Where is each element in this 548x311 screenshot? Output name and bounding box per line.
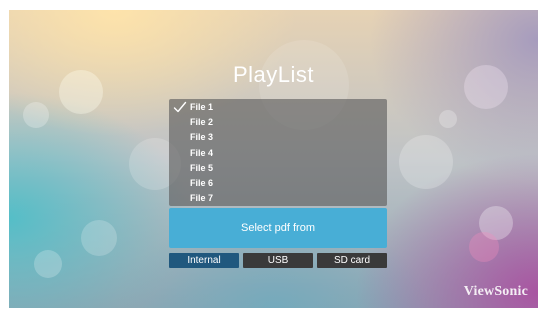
bokeh-light: [479, 206, 513, 240]
page-title: PlayList: [232, 62, 315, 87]
file-label: File 7: [190, 193, 214, 204]
file-list-item[interactable]: File 2: [169, 115, 387, 130]
checkmark-icon: [173, 101, 187, 113]
viewsonic-logo: ViewSonic: [463, 284, 528, 299]
bokeh-light: [34, 250, 62, 278]
file-list-item[interactable]: File 7: [169, 191, 387, 206]
source-tab-internal[interactable]: Internal: [169, 253, 239, 268]
source-tab-sd-card[interactable]: SD card: [317, 253, 387, 268]
file-list-item[interactable]: File 6: [169, 176, 387, 191]
file-label: File 6: [190, 177, 214, 188]
bokeh-light: [399, 135, 453, 189]
bokeh-light: [469, 232, 499, 262]
file-label: File 4: [190, 147, 214, 158]
file-label: File 1: [190, 102, 214, 112]
file-list-item[interactable]: File 4: [169, 146, 387, 161]
bokeh-light: [81, 220, 117, 256]
bokeh-light: [23, 102, 49, 128]
select-pdf-source-button[interactable]: Select pdf from: [169, 208, 387, 248]
file-list-item[interactable]: File 1: [169, 100, 387, 115]
file-label: File 2: [190, 117, 214, 128]
source-tab-usb[interactable]: USB: [243, 253, 313, 268]
file-list: File 1 File 2 File 3 File 4 File 5 File …: [169, 99, 387, 206]
file-label: File 3: [190, 132, 214, 143]
file-label: File 5: [190, 162, 214, 173]
file-list-item[interactable]: File 3: [169, 130, 387, 145]
bokeh-light: [439, 110, 457, 128]
playlist-screen: PlayList File 1 File 2 File 3 File 4 Fil…: [9, 10, 538, 308]
file-list-item[interactable]: File 5: [169, 161, 387, 176]
